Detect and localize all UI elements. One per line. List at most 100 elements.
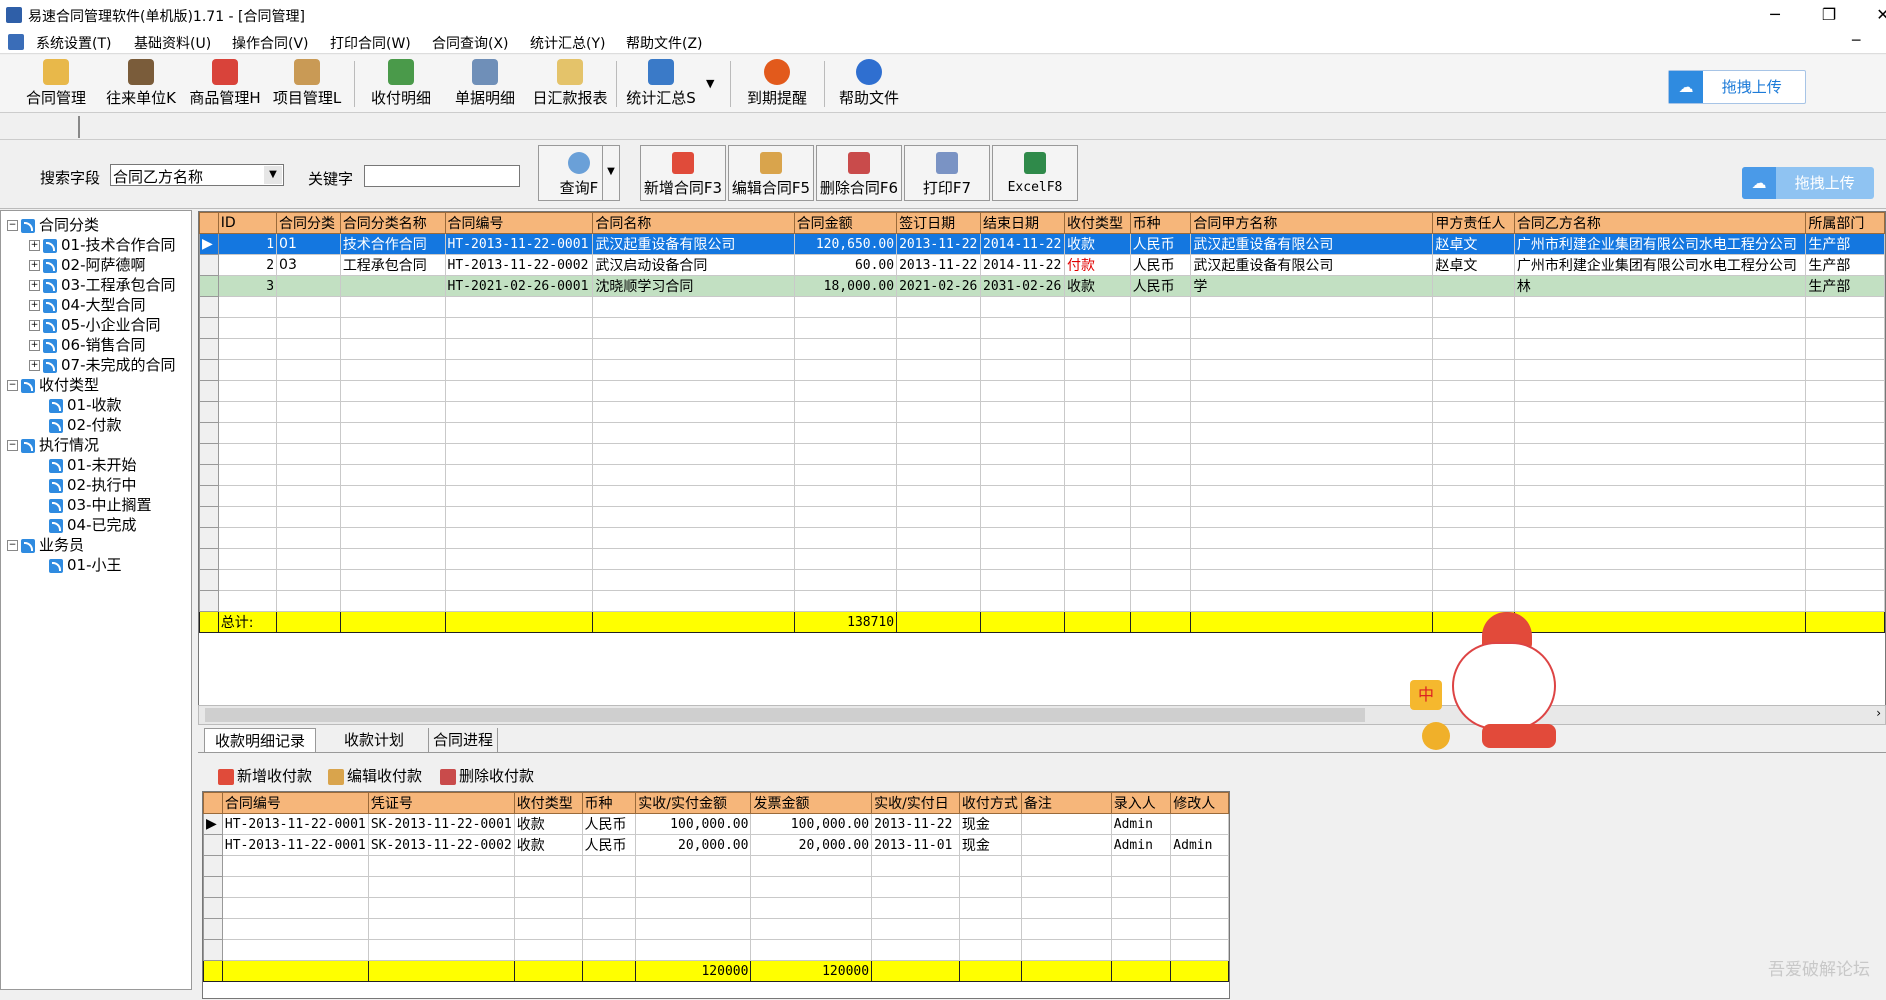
partners-button[interactable]: 往来单位K (104, 57, 178, 111)
edit-payment-button[interactable]: 编辑收付款 (328, 764, 422, 788)
edit-contract-button[interactable]: 编辑合同F5 (728, 145, 814, 201)
table-cell[interactable]: 武汉起重设备有限公司 (1190, 233, 1434, 255)
table-cell[interactable]: 2 (217, 254, 278, 276)
tab-contract-progress[interactable]: 合同进程 (428, 728, 499, 752)
column-header[interactable]: 实收/实付金额 (635, 792, 752, 814)
table-cell[interactable]: HT-2013-11-22-0002 (444, 254, 594, 276)
table-cell[interactable]: 60.00 (793, 254, 898, 276)
upload-button[interactable]: ☁ 拖拽上传 (1668, 70, 1806, 104)
vouchers-button[interactable]: 单据明细 (448, 57, 522, 111)
table-cell[interactable]: SK-2013-11-22-0002 (367, 834, 515, 856)
expand-icon[interactable]: + (29, 240, 40, 251)
tree-item[interactable]: 01-收款 (35, 395, 122, 415)
table-cell[interactable]: 收款 (1063, 275, 1131, 297)
daily-report-button[interactable]: 日汇款报表 (530, 57, 610, 111)
column-header[interactable]: 签订日期 (896, 212, 982, 234)
table-row[interactable]: 3 HT-2021-02-26-0001 沈晓顺学习合同 18,000.00 2021-… (199, 275, 1885, 297)
table-cell[interactable]: 赵卓文 (1432, 254, 1515, 276)
projects-button[interactable]: 项目管理L (270, 57, 344, 111)
table-cell[interactable] (276, 275, 341, 297)
restore-icon[interactable]: ❐ (1806, 0, 1852, 30)
help-button[interactable]: 帮助文件 (832, 57, 906, 111)
table-cell[interactable]: 付款 (1063, 254, 1131, 276)
mdi-minimize-icon[interactable]: ─ (1852, 33, 1860, 49)
tree-item[interactable]: +01-技术合作合同 (29, 235, 176, 255)
print-button[interactable]: 打印F7 (904, 145, 990, 201)
table-cell[interactable]: 120,650.00 (793, 233, 898, 255)
tree-item[interactable]: +02-阿萨德啊 (29, 255, 146, 275)
table-cell[interactable]: 03 (276, 254, 341, 276)
column-header[interactable]: 备注 (1020, 792, 1112, 814)
tab-payment-records[interactable]: 收款明细记录 (204, 728, 317, 752)
table-cell[interactable]: 广州市利建企业集团有限公司水电工程分公司 (1513, 254, 1807, 276)
expand-icon[interactable]: + (29, 320, 40, 331)
menu-stats[interactable]: 统计汇总(Y) (530, 33, 605, 53)
table-cell[interactable]: 100,000.00 (750, 813, 873, 835)
tree-item[interactable]: +03-工程承包合同 (29, 275, 176, 295)
column-header[interactable]: 甲方责任人 (1432, 212, 1515, 234)
table-cell[interactable]: 2013-11-22 (896, 233, 982, 255)
table-cell[interactable]: Admin (1110, 813, 1172, 835)
column-header[interactable]: 凭证号 (367, 792, 515, 814)
table-cell[interactable]: 3 (217, 275, 278, 297)
table-cell[interactable]: 生产部 (1805, 233, 1885, 255)
excel-button[interactable]: ExcelF8 (992, 145, 1078, 201)
search-field-select[interactable]: 合同乙方名称 ▼ (110, 164, 284, 186)
expand-icon[interactable]: + (29, 300, 40, 311)
tree-item[interactable]: 03-中止搁置 (35, 495, 152, 515)
main-horizontal-scrollbar[interactable]: › (198, 705, 1886, 725)
column-header[interactable]: 币种 (581, 792, 637, 814)
table-cell[interactable] (1170, 813, 1229, 835)
expand-icon[interactable]: + (29, 360, 40, 371)
table-cell[interactable]: 林 (1513, 275, 1807, 297)
table-cell[interactable]: 沈晓顺学习合同 (592, 275, 795, 297)
table-row[interactable]: HT-2013-11-22-0001 SK-2013-11-22-0002 收款 人民… (203, 834, 1229, 856)
collapse-icon[interactable]: − (7, 380, 18, 391)
tree-item[interactable]: +07-未完成的合同 (29, 355, 176, 375)
column-header[interactable]: 合同分类名称 (339, 212, 446, 234)
scroll-thumb[interactable] (205, 708, 1365, 722)
table-cell[interactable]: 武汉起重设备有限公司 (1190, 254, 1434, 276)
table-cell[interactable]: 武汉起重设备有限公司 (592, 233, 795, 255)
delete-payment-button[interactable]: 删除收付款 (440, 764, 534, 788)
tab-payment-plan[interactable]: 收款计划 (338, 728, 410, 752)
table-cell[interactable]: 2014-11-22 (980, 254, 1065, 276)
column-header[interactable]: 收付类型 (1063, 212, 1131, 234)
table-cell[interactable] (1432, 275, 1515, 297)
column-header[interactable]: 结束日期 (980, 212, 1065, 234)
tree-item[interactable]: 01-小王 (35, 555, 122, 575)
tree-group[interactable]: − 业务员 (7, 535, 84, 555)
menu-system[interactable]: 系统设置(T) (36, 33, 111, 53)
table-row[interactable]: 2 03 工程承包合同 HT-2013-11-22-0002 武汉启动设备合同 60.00… (199, 254, 1885, 276)
tree-item[interactable]: +04-大型合同 (29, 295, 146, 315)
expand-icon[interactable]: + (29, 340, 40, 351)
tree-item[interactable]: 02-付款 (35, 415, 122, 435)
goods-button[interactable]: 商品管理H (188, 57, 262, 111)
column-header[interactable]: 合同分类 (276, 212, 341, 234)
table-cell[interactable]: HT-2013-11-22-0001 (221, 813, 369, 835)
column-header[interactable]: 合同名称 (592, 212, 795, 234)
tree-item[interactable]: 02-执行中 (35, 475, 137, 495)
stats-button[interactable]: 统计汇总S (624, 57, 698, 111)
table-cell[interactable]: 2031-02-26 (980, 275, 1065, 297)
table-cell[interactable]: HT-2013-11-22-0001 (221, 834, 369, 856)
column-header[interactable]: 收付方式 (958, 792, 1022, 814)
collapse-icon[interactable]: − (7, 440, 18, 451)
table-cell[interactable]: 武汉启动设备合同 (592, 254, 795, 276)
table-row[interactable]: ▶ HT-2013-11-22-0001 SK-2013-11-22-0001 收款人… (203, 813, 1229, 835)
payments-button[interactable]: 收付明细 (364, 57, 438, 111)
close-icon[interactable]: ✕ (1860, 0, 1886, 30)
delete-contract-button[interactable]: 删除合同F6 (816, 145, 902, 201)
table-cell[interactable]: HT-2021-02-26-0001 (444, 275, 594, 297)
table-cell[interactable]: 人民币 (1129, 233, 1192, 255)
tree-group[interactable]: − 收付类型 (7, 375, 99, 395)
table-cell[interactable]: 人民币 (1129, 254, 1192, 276)
table-cell[interactable]: 2013-11-22 (871, 813, 960, 835)
table-cell[interactable]: 人民币 (581, 834, 637, 856)
keyword-input[interactable] (364, 165, 520, 187)
table-cell[interactable]: 18,000.00 (793, 275, 898, 297)
table-cell[interactable]: 现金 (958, 813, 1022, 835)
table-cell[interactable]: 01 (276, 233, 341, 255)
tree-item[interactable]: +05-小企业合同 (29, 315, 161, 335)
expand-icon[interactable]: + (29, 260, 40, 271)
